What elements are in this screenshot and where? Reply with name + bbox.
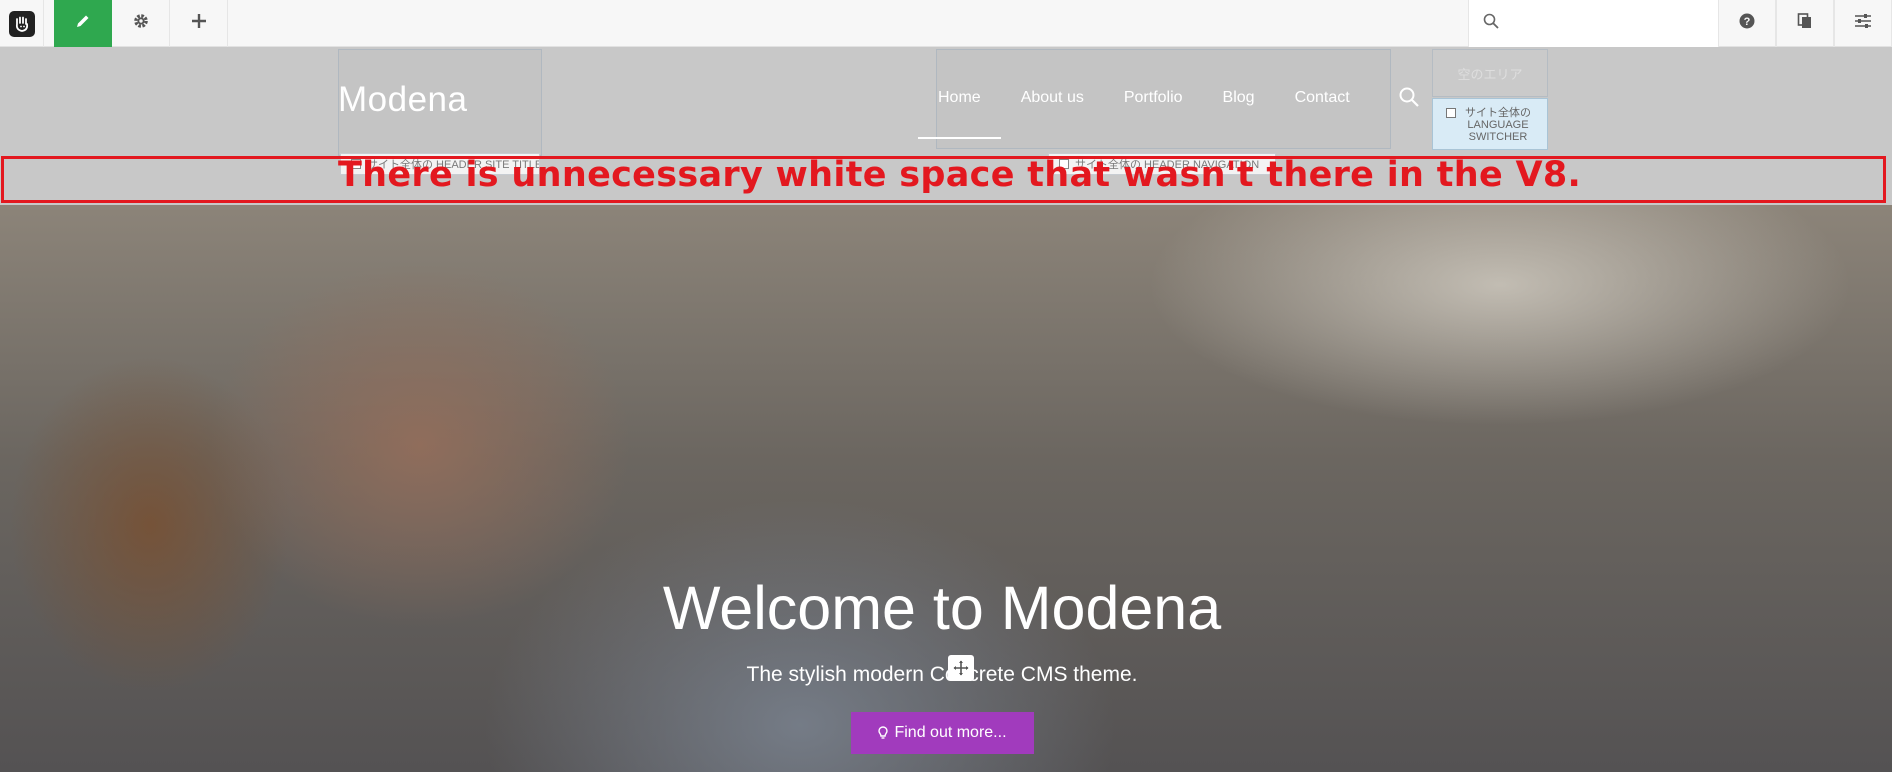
pencil-icon xyxy=(75,13,91,34)
annotation-text: There is unnecessary white space that wa… xyxy=(338,155,1582,195)
hero-title: Welcome to Modena xyxy=(662,574,1222,642)
nav-item-home[interactable]: Home xyxy=(918,89,1001,139)
language-switcher-area[interactable]: サイト全体の LANGUAGE SWITCHER xyxy=(1432,98,1548,150)
toolbar-search xyxy=(1468,0,1718,47)
header-search-icon[interactable] xyxy=(1398,86,1422,110)
help-button[interactable]: ? xyxy=(1718,0,1776,47)
edit-mode-button[interactable] xyxy=(54,0,112,47)
add-content-button[interactable] xyxy=(170,0,228,47)
empty-area-label: 空のエリア xyxy=(1457,66,1523,82)
hero-subtitle: The stylish modern Concrete CMS theme. xyxy=(746,663,1138,686)
nav-item-about-us[interactable]: About us xyxy=(1021,89,1084,107)
nav-item-portfolio[interactable]: Portfolio xyxy=(1124,89,1183,107)
gear-icon xyxy=(132,12,150,35)
help-icon: ? xyxy=(1739,13,1755,34)
sitemap-button[interactable] xyxy=(1776,0,1834,47)
search-icon xyxy=(1483,13,1499,34)
find-out-more-label: Find out more... xyxy=(894,724,1007,741)
plus-icon xyxy=(190,12,208,35)
move-handle-icon[interactable] xyxy=(948,655,974,681)
dashboard-panel-button[interactable] xyxy=(1834,0,1892,47)
cms-toolbar: ? xyxy=(0,0,1892,47)
lightbulb-icon xyxy=(878,726,889,740)
nav-item-blog[interactable]: Blog xyxy=(1223,89,1255,107)
site-title[interactable]: Modena xyxy=(338,80,467,120)
checkbox-icon xyxy=(1446,108,1456,118)
concrete-logo-button[interactable] xyxy=(0,0,44,47)
find-out-more-button[interactable]: Find out more... xyxy=(851,712,1034,754)
language-switcher-label: サイト全体の LANGUAGE SWITCHER xyxy=(1465,107,1531,143)
empty-area[interactable]: 空のエリア xyxy=(1432,49,1548,97)
concrete-hand-icon xyxy=(8,10,35,37)
sliders-icon xyxy=(1854,13,1872,34)
hero-section: Welcome to Modena The stylish modern Con… xyxy=(0,205,1892,772)
svg-text:?: ? xyxy=(1744,16,1751,28)
main-navigation: Home About us Portfolio Blog Contact xyxy=(918,76,1390,139)
sitemap-icon xyxy=(1797,13,1813,34)
nav-item-contact[interactable]: Contact xyxy=(1295,89,1350,107)
toolbar-search-input[interactable] xyxy=(1507,8,1707,39)
page-settings-button[interactable] xyxy=(112,0,170,47)
